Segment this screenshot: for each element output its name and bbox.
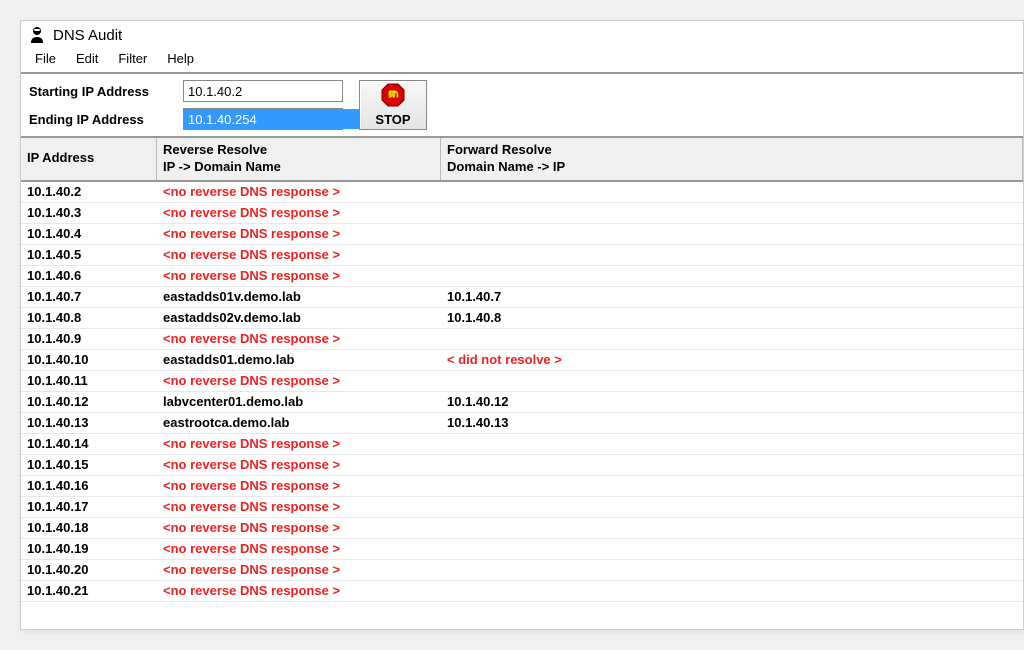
- cell-reverse: <no reverse DNS response >: [157, 562, 441, 577]
- cell-ip: 10.1.40.15: [21, 457, 157, 472]
- menu-help[interactable]: Help: [159, 49, 202, 68]
- cell-ip: 10.1.40.5: [21, 247, 157, 262]
- table-row[interactable]: 10.1.40.5<no reverse DNS response >: [21, 245, 1023, 266]
- cell-ip: 10.1.40.21: [21, 583, 157, 598]
- table-row[interactable]: 10.1.40.2<no reverse DNS response >: [21, 182, 1023, 203]
- stop-button[interactable]: STOP: [359, 80, 427, 130]
- cell-reverse: <no reverse DNS response >: [157, 184, 441, 199]
- ip-fields: Starting IP Address ▼ Ending IP Address …: [29, 80, 343, 130]
- titlebar: DNS Audit: [21, 21, 1023, 47]
- cell-reverse: <no reverse DNS response >: [157, 436, 441, 451]
- table-row[interactable]: 10.1.40.3<no reverse DNS response >: [21, 203, 1023, 224]
- table-row[interactable]: 10.1.40.14<no reverse DNS response >: [21, 434, 1023, 455]
- cell-reverse: <no reverse DNS response >: [157, 499, 441, 514]
- table-row[interactable]: 10.1.40.7eastadds01v.demo.lab10.1.40.7: [21, 287, 1023, 308]
- cell-reverse: <no reverse DNS response >: [157, 520, 441, 535]
- ending-ip-row: Ending IP Address ▼: [29, 108, 343, 130]
- table-row[interactable]: 10.1.40.20<no reverse DNS response >: [21, 560, 1023, 581]
- app-title: DNS Audit: [53, 27, 122, 44]
- col-header-forward-sub: Domain Name -> IP: [447, 159, 1016, 176]
- cell-ip: 10.1.40.2: [21, 184, 157, 199]
- table-row[interactable]: 10.1.40.13eastrootca.demo.lab10.1.40.13: [21, 413, 1023, 434]
- cell-reverse: <no reverse DNS response >: [157, 457, 441, 472]
- cell-ip: 10.1.40.4: [21, 226, 157, 241]
- cell-reverse: <no reverse DNS response >: [157, 268, 441, 283]
- cell-ip: 10.1.40.19: [21, 541, 157, 556]
- cell-reverse: <no reverse DNS response >: [157, 205, 441, 220]
- cell-reverse: eastadds01v.demo.lab: [157, 289, 441, 304]
- table-row[interactable]: 10.1.40.6<no reverse DNS response >: [21, 266, 1023, 287]
- cell-reverse: <no reverse DNS response >: [157, 373, 441, 388]
- table-row[interactable]: 10.1.40.10eastadds01.demo.lab< did not r…: [21, 350, 1023, 371]
- cell-forward: 10.1.40.8: [441, 310, 1023, 325]
- ending-ip-label: Ending IP Address: [29, 112, 183, 127]
- cell-ip: 10.1.40.9: [21, 331, 157, 346]
- stop-icon: [381, 83, 405, 110]
- table-row[interactable]: 10.1.40.9<no reverse DNS response >: [21, 329, 1023, 350]
- cell-forward: < did not resolve >: [441, 352, 1023, 367]
- results-table: IP Address Reverse Resolve IP -> Domain …: [21, 138, 1023, 629]
- col-header-forward[interactable]: Forward Resolve Domain Name -> IP: [441, 138, 1023, 180]
- cell-reverse: <no reverse DNS response >: [157, 583, 441, 598]
- toolbar: Starting IP Address ▼ Ending IP Address …: [21, 74, 1023, 138]
- table-row[interactable]: 10.1.40.8eastadds02v.demo.lab10.1.40.8: [21, 308, 1023, 329]
- cell-reverse: labvcenter01.demo.lab: [157, 394, 441, 409]
- starting-ip-input[interactable]: [184, 81, 368, 101]
- starting-ip-combo[interactable]: ▼: [183, 80, 343, 102]
- cell-reverse: <no reverse DNS response >: [157, 478, 441, 493]
- table-row[interactable]: 10.1.40.11<no reverse DNS response >: [21, 371, 1023, 392]
- starting-ip-label: Starting IP Address: [29, 84, 183, 99]
- cell-reverse: <no reverse DNS response >: [157, 226, 441, 241]
- col-header-ip[interactable]: IP Address: [21, 138, 157, 180]
- table-row[interactable]: 10.1.40.4<no reverse DNS response >: [21, 224, 1023, 245]
- cell-ip: 10.1.40.8: [21, 310, 157, 325]
- col-header-forward-title: Forward Resolve: [447, 142, 552, 157]
- table-row[interactable]: 10.1.40.19<no reverse DNS response >: [21, 539, 1023, 560]
- col-header-reverse[interactable]: Reverse Resolve IP -> Domain Name: [157, 138, 441, 180]
- menu-filter[interactable]: Filter: [110, 49, 155, 68]
- table-row[interactable]: 10.1.40.15<no reverse DNS response >: [21, 455, 1023, 476]
- menubar: File Edit Filter Help: [21, 47, 1023, 74]
- app-icon: [27, 25, 47, 45]
- cell-ip: 10.1.40.18: [21, 520, 157, 535]
- app-window: DNS Audit File Edit Filter Help Starting…: [20, 20, 1024, 630]
- cell-forward: 10.1.40.12: [441, 394, 1023, 409]
- col-header-reverse-sub: IP -> Domain Name: [163, 159, 434, 176]
- cell-ip: 10.1.40.6: [21, 268, 157, 283]
- cell-reverse: <no reverse DNS response >: [157, 541, 441, 556]
- table-header: IP Address Reverse Resolve IP -> Domain …: [21, 138, 1023, 182]
- col-header-reverse-title: Reverse Resolve: [163, 142, 267, 157]
- cell-ip: 10.1.40.12: [21, 394, 157, 409]
- cell-ip: 10.1.40.13: [21, 415, 157, 430]
- table-row[interactable]: 10.1.40.12labvcenter01.demo.lab10.1.40.1…: [21, 392, 1023, 413]
- menu-edit[interactable]: Edit: [68, 49, 106, 68]
- cell-ip: 10.1.40.7: [21, 289, 157, 304]
- table-row[interactable]: 10.1.40.18<no reverse DNS response >: [21, 518, 1023, 539]
- cell-forward: 10.1.40.7: [441, 289, 1023, 304]
- cell-ip: 10.1.40.14: [21, 436, 157, 451]
- cell-ip: 10.1.40.20: [21, 562, 157, 577]
- cell-ip: 10.1.40.11: [21, 373, 157, 388]
- menu-file[interactable]: File: [27, 49, 64, 68]
- cell-ip: 10.1.40.10: [21, 352, 157, 367]
- table-body[interactable]: 10.1.40.2<no reverse DNS response >10.1.…: [21, 182, 1023, 629]
- cell-reverse: eastadds02v.demo.lab: [157, 310, 441, 325]
- ending-ip-input[interactable]: [184, 109, 368, 129]
- stop-button-label: STOP: [375, 112, 410, 127]
- table-row[interactable]: 10.1.40.17<no reverse DNS response >: [21, 497, 1023, 518]
- cell-ip: 10.1.40.3: [21, 205, 157, 220]
- cell-reverse: eastadds01.demo.lab: [157, 352, 441, 367]
- cell-ip: 10.1.40.17: [21, 499, 157, 514]
- cell-reverse: eastrootca.demo.lab: [157, 415, 441, 430]
- cell-forward: 10.1.40.13: [441, 415, 1023, 430]
- table-row[interactable]: 10.1.40.16<no reverse DNS response >: [21, 476, 1023, 497]
- col-header-ip-label: IP Address: [27, 150, 94, 167]
- starting-ip-row: Starting IP Address ▼: [29, 80, 343, 102]
- cell-ip: 10.1.40.16: [21, 478, 157, 493]
- ending-ip-combo[interactable]: ▼: [183, 108, 343, 130]
- cell-reverse: <no reverse DNS response >: [157, 331, 441, 346]
- table-row[interactable]: 10.1.40.21<no reverse DNS response >: [21, 581, 1023, 602]
- cell-reverse: <no reverse DNS response >: [157, 247, 441, 262]
